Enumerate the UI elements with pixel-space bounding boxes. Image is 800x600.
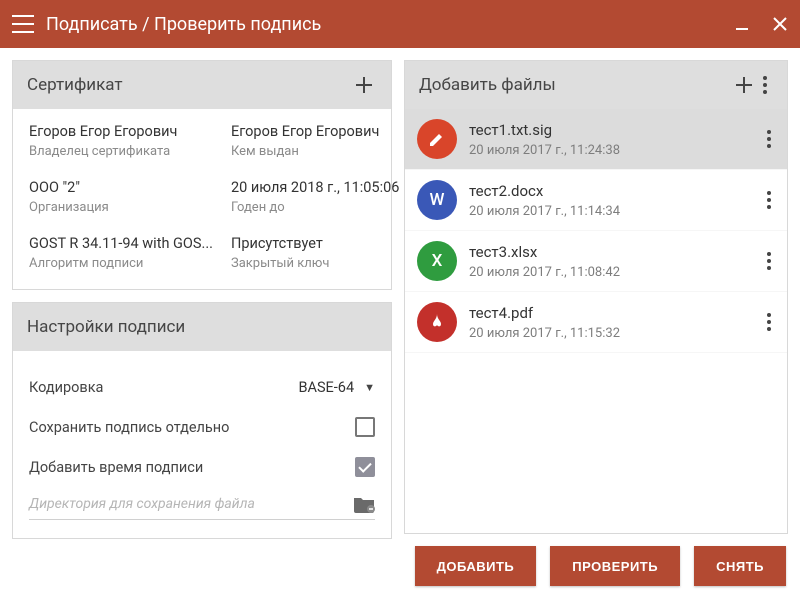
titlebar: Подписать / Проверить подпись: [0, 0, 800, 48]
cert-org: ООО "2" Организация: [29, 179, 213, 215]
certificate-header-title: Сертификат: [27, 75, 123, 95]
add-certificate-button[interactable]: [351, 72, 377, 98]
add-time-checkbox[interactable]: [355, 457, 375, 477]
cert-org-label: Организация: [29, 200, 213, 215]
add-button[interactable]: ДОБАВИТЬ: [415, 546, 537, 586]
footer-actions: ДОБАВИТЬ ПРОВЕРИТЬ СНЯТЬ: [404, 534, 788, 588]
file-date: 20 июля 2017 г., 11:08:42: [469, 265, 749, 280]
cert-issuer-label: Кем выдан: [231, 144, 399, 159]
cert-issuer: Егоров Егор Егорович Кем выдан: [231, 123, 399, 159]
file-meta: тест4.pdf 20 июля 2017 г., 11:15:32: [469, 304, 749, 341]
file-menu-button[interactable]: [761, 246, 777, 276]
file-meta: тест2.docx 20 июля 2017 г., 11:14:34: [469, 182, 749, 219]
file-name: тест1.txt.sig: [469, 121, 749, 139]
close-icon[interactable]: [772, 16, 788, 32]
cert-valid-label: Годен до: [231, 200, 399, 215]
file-meta: тест3.xlsx 20 июля 2017 г., 11:08:42: [469, 243, 749, 280]
save-dir-row[interactable]: Директория для сохранения файла: [29, 495, 375, 520]
cert-valid-until: 20 июля 2018 г., 11:05:06 Годен до: [231, 179, 399, 215]
cert-owner-label: Владелец сертификата: [29, 144, 213, 159]
certificate-panel: Сертификат Егоров Егор Егорович Владелец…: [12, 60, 392, 290]
cert-key-label: Закрытый ключ: [231, 256, 399, 271]
files-header: Добавить файлы: [405, 61, 787, 109]
file-type-icon: [417, 119, 457, 159]
file-type-icon: W: [417, 180, 457, 220]
file-row[interactable]: тест4.pdf 20 июля 2017 г., 11:15:32: [405, 292, 787, 353]
file-name: тест4.pdf: [469, 304, 749, 322]
cert-key-value: Присутствует: [231, 235, 399, 252]
add-time-row: Добавить время подписи: [29, 447, 375, 487]
file-row[interactable]: Wтест2.docx 20 июля 2017 г., 11:14:34: [405, 170, 787, 231]
window-title: Подписать / Проверить подпись: [46, 14, 734, 35]
verify-button[interactable]: ПРОВЕРИТЬ: [550, 546, 680, 586]
file-menu-button[interactable]: [761, 307, 777, 337]
file-name: тест3.xlsx: [469, 243, 749, 261]
cert-org-value: ООО "2": [29, 179, 213, 196]
cert-algo-label: Алгоритм подписи: [29, 256, 213, 271]
save-dir-placeholder: Директория для сохранения файла: [29, 496, 353, 512]
file-meta: тест1.txt.sig 20 июля 2017 г., 11:24:38: [469, 121, 749, 158]
cert-issuer-value: Егоров Егор Егорович: [231, 123, 399, 140]
encoding-label: Кодировка: [29, 379, 298, 396]
file-row[interactable]: тест1.txt.sig 20 июля 2017 г., 11:24:38: [405, 109, 787, 170]
settings-panel: Настройки подписи Кодировка BASE-64 ▼ Со…: [12, 302, 392, 539]
chevron-down-icon: ▼: [364, 381, 375, 394]
file-date: 20 июля 2017 г., 11:15:32: [469, 326, 749, 341]
minimize-icon[interactable]: [734, 16, 750, 32]
files-panel: Добавить файлы тест1.txt.sig 20 июля 2017…: [404, 60, 788, 534]
encoding-value: BASE-64: [298, 379, 354, 396]
cert-owner-value: Егоров Егор Егорович: [29, 123, 213, 140]
cert-algo-value: GOST R 34.11-94 with GOS...: [29, 235, 213, 252]
file-type-icon: [417, 302, 457, 342]
save-sig-label: Сохранить подпись отдельно: [29, 419, 355, 436]
file-type-icon: X: [417, 241, 457, 281]
cert-valid-value: 20 июля 2018 г., 11:05:06: [231, 179, 399, 196]
files-menu-button[interactable]: [757, 70, 773, 100]
remove-button[interactable]: СНЯТЬ: [694, 546, 786, 586]
cert-algo: GOST R 34.11-94 with GOS... Алгоритм под…: [29, 235, 213, 271]
file-menu-button[interactable]: [761, 124, 777, 154]
add-file-button[interactable]: [731, 72, 757, 98]
settings-header-title: Настройки подписи: [27, 317, 185, 337]
save-sig-checkbox[interactable]: [355, 417, 375, 437]
file-date: 20 июля 2017 г., 11:14:34: [469, 204, 749, 219]
file-name: тест2.docx: [469, 182, 749, 200]
files-header-title: Добавить файлы: [419, 75, 556, 95]
file-list: тест1.txt.sig 20 июля 2017 г., 11:24:38 Wт…: [405, 109, 787, 533]
save-sig-row: Сохранить подпись отдельно: [29, 407, 375, 447]
certificate-header: Сертификат: [13, 61, 391, 109]
folder-icon[interactable]: [353, 495, 375, 513]
settings-header: Настройки подписи: [13, 303, 391, 351]
file-date: 20 июля 2017 г., 11:24:38: [469, 143, 749, 158]
file-row[interactable]: Xтест3.xlsx 20 июля 2017 г., 11:08:42: [405, 231, 787, 292]
cert-owner: Егоров Егор Егорович Владелец сертификат…: [29, 123, 213, 159]
cert-private-key: Присутствует Закрытый ключ: [231, 235, 399, 271]
menu-icon[interactable]: [12, 15, 34, 33]
file-menu-button[interactable]: [761, 185, 777, 215]
encoding-row[interactable]: Кодировка BASE-64 ▼: [29, 367, 375, 407]
add-time-label: Добавить время подписи: [29, 459, 355, 476]
